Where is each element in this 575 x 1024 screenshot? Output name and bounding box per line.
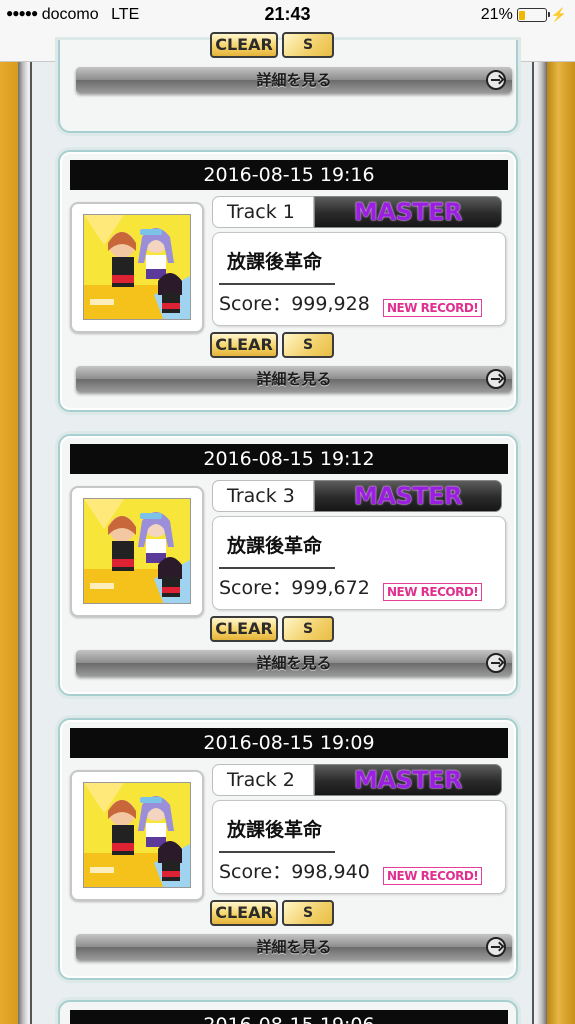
- song-title: 放課後革命: [227, 535, 323, 557]
- play-record-card-partial: 2016-08-15 19:06: [58, 1000, 518, 1024]
- right-gold-rail: [547, 62, 575, 1024]
- rank-badge: S: [282, 616, 334, 642]
- song-info-box: 放課後革命 Score：999,928 NEW RECORD!: [212, 232, 506, 326]
- play-record-card-partial: CLEAR S 詳細を見る: [58, 32, 518, 133]
- title-divider: [219, 283, 335, 285]
- view-details-label: 詳細を見る: [256, 654, 332, 672]
- track-number: Track 1: [212, 196, 314, 228]
- song-jacket-frame: [70, 202, 204, 333]
- track-number: Track 2: [212, 764, 314, 796]
- battery-icon: [516, 8, 550, 22]
- battery-info: 21% ⚡: [481, 6, 567, 24]
- left-gold-rail: [0, 62, 18, 1024]
- battery-percent: 21%: [480, 6, 513, 23]
- clear-badge: CLEAR: [210, 900, 278, 926]
- view-details-label: 詳細を見る: [256, 938, 332, 956]
- difficulty-badge: MASTER: [314, 764, 502, 796]
- clear-badge: CLEAR: [210, 32, 278, 58]
- new-record-badge: NEW RECORD!: [383, 299, 483, 317]
- difficulty-badge: MASTER: [314, 196, 502, 228]
- song-title: 放課後革命: [227, 251, 323, 273]
- view-details-button[interactable]: 詳細を見る: [76, 650, 512, 676]
- play-record-card: 2016-08-15 19:12 Track 3 MASTER 放課後革命 Sc…: [58, 434, 518, 696]
- rank-badge: S: [282, 32, 334, 58]
- song-jacket-image: [83, 498, 191, 604]
- play-record-card: 2016-08-15 19:09 Track 2 MASTER 放課後革命 Sc…: [58, 718, 518, 980]
- play-datetime: 2016-08-15 19:12: [70, 444, 508, 474]
- song-info-box: 放課後革命 Score：998,940 NEW RECORD!: [212, 800, 506, 894]
- song-jacket-image: [83, 214, 191, 320]
- clear-badge: CLEAR: [210, 616, 278, 642]
- play-datetime: 2016-08-15 19:06: [70, 1010, 508, 1024]
- difficulty-badge: MASTER: [314, 480, 502, 512]
- title-divider: [219, 851, 335, 853]
- play-record-card: 2016-08-15 19:16 Track 1 MASTER 放課後革命 Sc…: [58, 150, 518, 412]
- song-jacket-frame: [70, 770, 204, 901]
- view-details-button[interactable]: 詳細を見る: [76, 366, 512, 392]
- play-datetime: 2016-08-15 19:09: [70, 728, 508, 758]
- view-details-label: 詳細を見る: [256, 71, 332, 89]
- song-info-box: 放課後革命 Score：999,672 NEW RECORD!: [212, 516, 506, 610]
- track-number: Track 3: [212, 480, 314, 512]
- new-record-badge: NEW RECORD!: [383, 867, 483, 885]
- score-text: Score：998,940: [219, 861, 370, 883]
- new-record-badge: NEW RECORD!: [383, 583, 483, 601]
- play-datetime: 2016-08-15 19:16: [70, 160, 508, 190]
- song-jacket-image: [83, 782, 191, 888]
- charging-icon: ⚡: [550, 7, 567, 22]
- arrow-right-icon: [486, 653, 506, 673]
- song-title: 放課後革命: [227, 819, 323, 841]
- song-jacket-frame: [70, 486, 204, 617]
- rank-badge: S: [282, 332, 334, 358]
- view-details-label: 詳細を見る: [256, 370, 332, 388]
- score-text: Score：999,672: [219, 577, 370, 599]
- arrow-right-icon: [486, 369, 506, 389]
- arrow-right-icon: [486, 70, 506, 90]
- clear-badge: CLEAR: [210, 332, 278, 358]
- view-details-button[interactable]: 詳細を見る: [76, 934, 512, 960]
- status-bar: ●●●●● docomo LTE 21:43 21% ⚡: [0, 0, 575, 32]
- rank-badge: S: [282, 900, 334, 926]
- score-text: Score：999,928: [219, 293, 370, 315]
- view-details-button[interactable]: 詳細を見る: [76, 67, 512, 93]
- arrow-right-icon: [486, 937, 506, 957]
- title-divider: [219, 567, 335, 569]
